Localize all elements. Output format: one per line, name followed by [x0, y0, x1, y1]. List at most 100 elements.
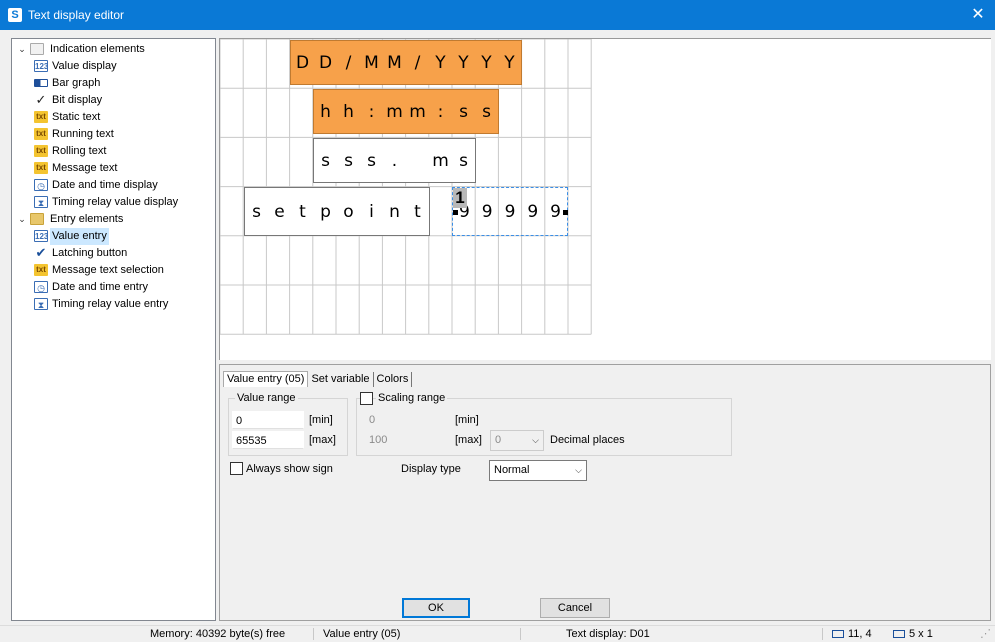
char-cell: Y	[504, 52, 515, 73]
always-show-sign-label: Always show sign	[246, 463, 333, 475]
setpoint-static-text-element[interactable]: s e t p o i n t	[244, 187, 430, 236]
text-display-editor-window: S Text display editor ✕ ⌄ Indication ele…	[0, 0, 995, 641]
ok-button[interactable]: OK	[402, 598, 470, 618]
chevron-down-icon: ⌵	[532, 435, 539, 445]
char-cell: D	[318, 52, 333, 73]
chevron-down-icon[interactable]: ⌄	[16, 211, 28, 228]
char-cell: t	[299, 201, 306, 222]
tree-item-label: Bar graph	[52, 77, 101, 89]
static-text-icon: txt	[34, 111, 48, 123]
char-cell: Y	[481, 52, 492, 73]
char-cell: s	[367, 150, 376, 171]
display-grid-canvas[interactable]: D D / M M / Y Y Y Y h h : m m : s s s s …	[219, 38, 991, 360]
scaling-max-input[interactable]: 100	[366, 431, 438, 449]
milliseconds-display-element[interactable]: s s s . m s	[313, 138, 476, 183]
time-display-element[interactable]: h h : m m : s s	[313, 89, 499, 134]
tree-group-label: Entry elements	[50, 213, 124, 225]
decimal-places-label: Decimal places	[550, 434, 625, 446]
close-icon[interactable]: ✕	[961, 0, 995, 30]
tree-item-label: Date and time entry	[52, 281, 148, 293]
char-cell: Y	[435, 52, 446, 73]
element-tree: ⌄ Indication elements 123 Value display …	[11, 38, 216, 621]
cancel-button[interactable]: Cancel	[540, 598, 610, 618]
resize-handle-left[interactable]	[453, 210, 458, 215]
tab-value-entry[interactable]: Value entry (05)	[223, 371, 309, 387]
timing-relay-entry-icon: ⧗	[34, 298, 48, 310]
display-type-value: Normal	[494, 464, 530, 476]
char-cell: s	[459, 101, 468, 122]
status-size-value: 5 x 1	[909, 628, 933, 640]
tree-item-label: Message text	[52, 162, 118, 174]
status-separator	[822, 628, 823, 640]
status-separator	[313, 628, 314, 640]
char-cell: e	[274, 201, 285, 222]
status-memory: Memory: 40392 byte(s) free	[150, 628, 286, 640]
char-cell: M	[364, 52, 379, 73]
char-cell: i	[369, 201, 374, 222]
scaling-min-input[interactable]: 0	[366, 411, 438, 429]
max-value-input[interactable]: 65535	[232, 431, 304, 449]
latching-button-icon: ✔	[35, 245, 47, 260]
checkmark-icon: ✓	[35, 92, 47, 107]
char-cell: :	[437, 101, 444, 122]
folder-closed-icon	[30, 213, 44, 225]
char-cell: M	[387, 52, 402, 73]
char-cell: t	[414, 201, 421, 222]
display-type-label: Display type	[401, 463, 461, 475]
value-entry-icon: 123	[34, 230, 49, 242]
properties-tabs: Value entry (05) Set variable Colors	[223, 371, 413, 387]
char-cell: /	[414, 52, 421, 73]
min-value-input[interactable]: 0	[232, 411, 304, 429]
char-cell: Y	[458, 52, 469, 73]
tab-set-variable[interactable]: Set variable	[308, 372, 374, 387]
char-cell: m	[386, 101, 403, 122]
char-cell: p	[320, 201, 331, 222]
char-cell: m	[432, 150, 449, 171]
rolling-text-icon: txt	[34, 145, 48, 157]
always-show-sign-checkbox[interactable]	[230, 462, 243, 475]
decimal-places-select[interactable]: 0 ⌵	[490, 430, 544, 451]
char-cell: :	[368, 101, 375, 122]
title-bar: S Text display editor ✕	[0, 0, 995, 30]
position-icon	[832, 630, 844, 639]
scaling-range-title: Scaling range	[376, 392, 448, 404]
char-cell: s	[321, 150, 330, 171]
display-type-select[interactable]: Normal ⌵	[489, 460, 587, 481]
status-size: 5 x 1	[893, 626, 933, 642]
date-display-element[interactable]: D D / M M / Y Y Y Y	[290, 40, 522, 85]
tree-item-label: Message text selection	[52, 264, 164, 276]
char-cell: o	[343, 201, 354, 222]
tree-group-label: Indication elements	[50, 43, 145, 55]
status-display: Text display: D01	[566, 628, 650, 640]
folder-open-icon	[30, 43, 44, 55]
char-cell: D	[295, 52, 310, 73]
tree-item-label: Latching button	[52, 247, 128, 259]
status-element: Value entry (05)	[323, 628, 401, 640]
window-title: Text display editor	[28, 8, 125, 22]
chevron-down-icon: ⌵	[575, 465, 582, 475]
bar-graph-icon	[34, 79, 48, 87]
message-selection-icon: txt	[34, 264, 48, 276]
status-bar: Memory: 40392 byte(s) free Value entry (…	[0, 625, 995, 641]
char-cell: 9	[481, 201, 493, 222]
char-cell: h	[320, 101, 331, 122]
date-time-entry-icon: ◷	[34, 281, 48, 293]
char-cell: h	[343, 101, 354, 122]
tree-item-label: Timing relay value entry	[52, 298, 169, 310]
value-entry-element[interactable]: 9 9 9 9 9	[452, 187, 568, 236]
tree-item-label: Static text	[52, 111, 101, 123]
chevron-down-icon[interactable]: ⌄	[16, 41, 28, 58]
resize-grip-icon[interactable]: ⋰	[980, 626, 991, 642]
char-cell: s	[252, 201, 261, 222]
char-cell: m	[409, 101, 426, 122]
timing-relay-icon: ⧗	[34, 196, 48, 208]
char-cell: n	[389, 201, 400, 222]
tree-item-label: Date and time display	[52, 179, 158, 191]
status-separator	[520, 628, 521, 640]
tree-item-label: Value display	[52, 60, 117, 72]
resize-handle-right[interactable]	[563, 210, 568, 215]
scaling-range-checkbox[interactable]	[360, 392, 373, 405]
running-text-icon: txt	[34, 128, 48, 140]
app-icon: S	[8, 8, 22, 22]
tab-colors[interactable]: Colors	[374, 372, 413, 387]
